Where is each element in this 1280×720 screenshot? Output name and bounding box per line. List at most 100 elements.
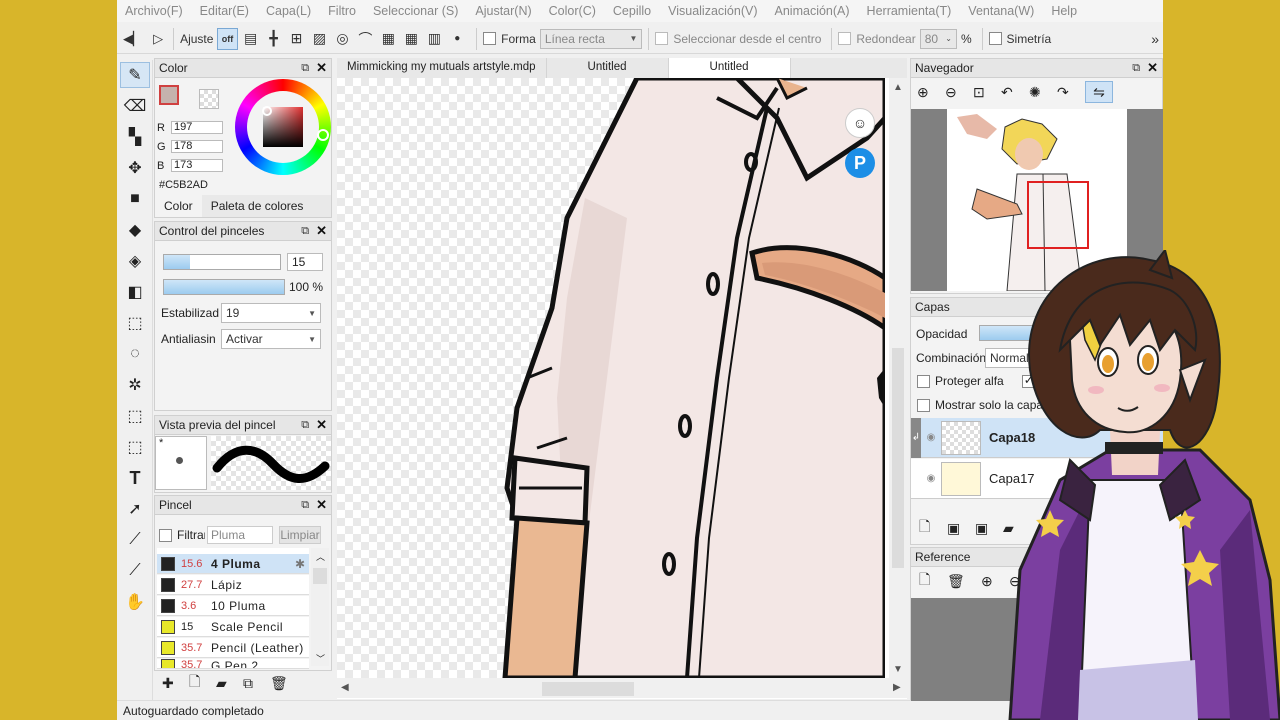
select-eraser-tool-icon[interactable]: ⬚ (120, 434, 150, 460)
zoom-fit-icon[interactable]: ⊡ (973, 84, 1001, 101)
tab-untitled-2[interactable]: Untitled (668, 58, 791, 78)
scroll-up-icon[interactable]: ▲ (893, 82, 903, 93)
snap-perspective-icon[interactable]: ▨ (309, 28, 329, 50)
brush-size-slider[interactable] (163, 254, 281, 270)
stabilize-select[interactable]: 19 ▼ (221, 303, 321, 323)
close-icon[interactable]: ✕ (316, 223, 327, 239)
menu-visualizacion[interactable]: Visualización(V) (668, 4, 757, 18)
brush-item-scale-pencil[interactable]: 15 Scale Pencil (157, 617, 309, 637)
r-input[interactable]: 197 (171, 121, 223, 134)
snap-grid2-icon[interactable]: ▦ (401, 28, 421, 50)
sv-marker[interactable] (262, 106, 272, 116)
zoom-in-icon[interactable]: ⊕ (917, 84, 945, 101)
hand-tool-icon[interactable]: ✋ (120, 589, 150, 615)
float-icon[interactable]: ⧉ (301, 225, 309, 238)
chevron-up-icon[interactable]: ︿ (316, 550, 325, 563)
redondear-checkbox[interactable] (838, 32, 852, 45)
forma-checkbox[interactable] (483, 32, 497, 45)
float-icon[interactable]: ⧉ (301, 62, 309, 75)
text-tool-icon[interactable]: T (120, 465, 150, 491)
brush-item-g-pen-2[interactable]: 35.7 G Pen 2 (157, 659, 309, 669)
folder-icon[interactable]: ▰ (216, 675, 243, 692)
snap-border-icon[interactable]: ▥ (424, 28, 444, 50)
brush-item-pencil-leather[interactable]: 35.7 Pencil (Leather) (157, 638, 309, 658)
menu-animacion[interactable]: Animación(A) (775, 4, 850, 18)
trash-icon[interactable]: 🗑 (270, 675, 297, 692)
lasso-tool-icon[interactable]: ◌ (120, 341, 150, 367)
b-input[interactable]: 173 (171, 159, 223, 172)
reset-rotation-icon[interactable]: ✺ (1029, 84, 1057, 101)
clear-filter-button[interactable]: Limpiar (279, 526, 321, 544)
simetria-checkbox[interactable] (988, 32, 1002, 45)
float-icon[interactable]: ⧉ (1132, 62, 1140, 75)
snap-curve-icon[interactable]: ⌒ (355, 28, 375, 50)
snap-parallel-icon[interactable]: ▤ (241, 28, 261, 50)
color-wheel[interactable] (235, 79, 331, 175)
close-icon[interactable]: ✕ (316, 497, 327, 513)
snap-dot-icon[interactable]: ● (447, 28, 467, 50)
menu-seleccionar[interactable]: Seleccionar (S) (373, 4, 458, 18)
operation-tool-icon[interactable]: ➚ (120, 496, 150, 522)
redondear-select[interactable]: 80 ⌄ (919, 28, 957, 49)
scroll-right-icon[interactable]: ▶ (893, 682, 901, 693)
select-pen-tool-icon[interactable]: ⬚ (120, 403, 150, 429)
horizontal-scroll-thumb[interactable] (542, 682, 634, 696)
gear-icon[interactable]: ✱ (295, 557, 305, 571)
flip-horizontal-icon[interactable]: ⇋ (1085, 81, 1113, 103)
forma-select[interactable]: Línea recta ▼ (539, 28, 643, 49)
new-halftone-layer-icon[interactable]: ▣ (947, 520, 975, 537)
float-icon[interactable]: ⧉ (301, 419, 309, 432)
canvas-horizontal-scrollbar[interactable]: ◀ ▶ (337, 678, 907, 698)
close-icon[interactable]: ✕ (1147, 60, 1158, 76)
menu-archivo[interactable]: Archivo(F) (125, 4, 183, 18)
rotate-right-icon[interactable]: ↷ (1057, 84, 1085, 101)
brush-tool-icon[interactable]: ✎ (120, 62, 150, 88)
menu-help[interactable]: Help (1051, 4, 1077, 18)
select-center-checkbox[interactable] (655, 32, 669, 45)
magic-wand-tool-icon[interactable]: ✲ (120, 372, 150, 398)
eyedropper-tool-icon[interactable]: ⟋ (120, 558, 150, 584)
brush-opacity-slider[interactable] (163, 279, 285, 295)
menu-editar[interactable]: Editar(E) (200, 4, 249, 18)
prev-icon[interactable]: ◀▏ (123, 29, 143, 49)
new-reference-icon[interactable]: 🗋 (919, 569, 947, 593)
add-brush-icon[interactable]: ✚ (162, 675, 189, 692)
chevron-down-icon[interactable]: ﹀ (316, 652, 325, 665)
new-file-icon[interactable]: 🗋 (189, 671, 216, 695)
menu-filtro[interactable]: Filtro (328, 4, 356, 18)
show-only-active-checkbox[interactable] (917, 398, 930, 412)
zoom-out-icon[interactable]: ⊖ (945, 84, 973, 101)
canvas-vertical-scrollbar[interactable]: ▲ ▼ (889, 78, 907, 678)
bucket-tool-icon[interactable]: ◈ (120, 248, 150, 274)
visibility-icon[interactable]: ◉ (921, 473, 941, 484)
scroll-thumb[interactable] (313, 568, 327, 584)
fill-rect-tool-icon[interactable]: ■ (120, 186, 150, 212)
snap-circle-icon[interactable]: ◎ (332, 28, 352, 50)
next-icon[interactable]: ▷ (149, 29, 167, 49)
snap-vanish-icon[interactable]: ⊞ (287, 28, 307, 50)
rect-select-tool-icon[interactable]: ⬚ (120, 310, 150, 336)
snap-off-button[interactable]: off (217, 27, 238, 50)
menu-herramienta[interactable]: Herramienta(T) (867, 4, 952, 18)
menu-ajustar[interactable]: Ajustar(N) (475, 4, 531, 18)
brush-item-4-pluma[interactable]: 15.6 4 Pluma ✱ (157, 554, 309, 574)
visibility-icon[interactable]: ◉ (921, 432, 941, 443)
gradient-tool-icon[interactable]: ◧ (120, 279, 150, 305)
filter-input[interactable]: Pluma (207, 526, 273, 544)
viewport-indicator[interactable] (1027, 181, 1089, 249)
float-icon[interactable]: ⧉ (301, 499, 309, 512)
close-icon[interactable]: ✕ (316, 60, 327, 76)
menu-color[interactable]: Color(C) (549, 4, 596, 18)
drawing-canvas[interactable]: ☺ P (337, 78, 885, 678)
tab-color[interactable]: Color (155, 195, 202, 217)
tab-untitled-1[interactable]: Untitled (547, 58, 669, 78)
menu-capa[interactable]: Capa(L) (266, 4, 311, 18)
brush-size-input[interactable]: 15 (287, 253, 323, 271)
scroll-down-icon[interactable]: ▼ (893, 664, 903, 675)
tab-mimmicking[interactable]: Mimmicking my mutuals artstyle.mdp (337, 58, 547, 78)
vertical-scroll-thumb[interactable] (892, 348, 904, 568)
pixiv-icon[interactable]: P (845, 148, 875, 178)
tab-palette[interactable]: Paleta de colores (202, 195, 313, 217)
dot-tool-icon[interactable]: ▚ (120, 124, 150, 150)
rotate-left-icon[interactable]: ↶ (1001, 84, 1029, 101)
